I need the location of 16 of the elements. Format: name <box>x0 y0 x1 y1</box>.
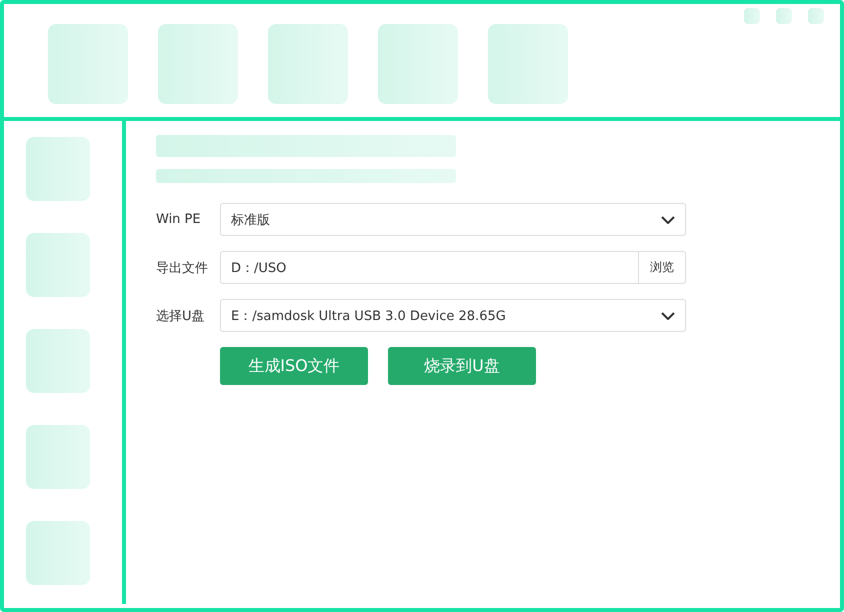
placeholder-block <box>26 329 90 393</box>
dropdown[interactable]: 标准版 <box>220 203 686 236</box>
chevron-down-icon <box>661 312 675 320</box>
placeholder-block <box>26 521 90 585</box>
window-control[interactable] <box>808 8 824 24</box>
path-field[interactable]: D：/USO 浏览 <box>220 251 686 284</box>
placeholder-block <box>26 137 90 201</box>
window-control[interactable] <box>776 8 792 24</box>
field-label: 导出文件 <box>156 260 209 276</box>
field-label: Win PE <box>156 212 202 227</box>
chevron-down-icon <box>661 216 675 224</box>
placeholder-block <box>26 425 90 489</box>
placeholder-block <box>26 233 90 297</box>
field-label: 选择U盘 <box>156 308 206 324</box>
dropdown[interactable]: E：/samdosk Ultra USB 3.0 Device 28.65G <box>220 299 686 332</box>
window-control[interactable] <box>744 8 760 24</box>
